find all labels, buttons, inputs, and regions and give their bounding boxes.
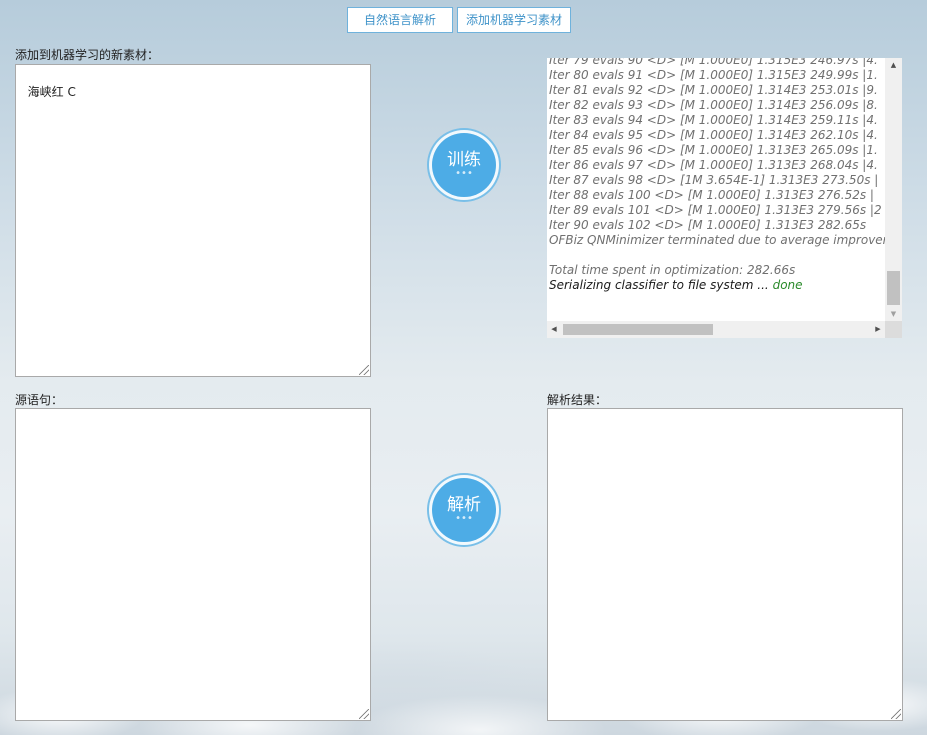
log-line: Iter 90 evals 102 <D> [M 1.000E0] 1.313E… (549, 218, 885, 233)
log-line (549, 248, 885, 263)
log-line-text: Iter 82 evals 93 <D> [M 1.000E0] 1.314E3… (549, 98, 878, 112)
log-line-text: Serializing classifier to file system ..… (549, 278, 773, 292)
add-ml-material-button[interactable]: 添加机器学习素材 (457, 7, 571, 33)
resize-grip-icon[interactable] (891, 709, 901, 719)
source-sentence-textarea[interactable] (15, 408, 371, 721)
log-line-text: Iter 81 evals 92 <D> [M 1.000E0] 1.314E3… (549, 83, 878, 97)
log-line-text (549, 248, 553, 262)
new-material-text: 海峡红 C (27, 85, 76, 99)
log-horizontal-scrollbar[interactable]: ◀ ▶ (547, 321, 885, 338)
nlp-parse-button[interactable]: 自然语言解析 (347, 7, 453, 33)
scroll-up-arrow-icon[interactable]: ▲ (885, 58, 902, 72)
log-line-text: Iter 87 evals 98 <D> [1M 3.654E-1] 1.313… (549, 173, 879, 187)
log-line-text: Iter 85 evals 96 <D> [M 1.000E0] 1.313E3… (549, 143, 878, 157)
new-material-textarea[interactable]: 海峡红 C (15, 64, 371, 377)
log-line-text: Iter 84 evals 95 <D> [M 1.000E0] 1.314E3… (549, 128, 878, 142)
log-line: Iter 87 evals 98 <D> [1M 3.654E-1] 1.313… (549, 173, 885, 188)
resize-grip-icon[interactable] (359, 365, 369, 375)
source-sentence-label: 源语句： (15, 393, 64, 407)
train-button[interactable]: 训练 ••• (432, 133, 496, 197)
log-vertical-scroll-thumb[interactable] (887, 271, 900, 305)
parse-button-label: 解析 (447, 495, 481, 515)
log-line-text: Total time spent in optimization: 282.66… (549, 263, 796, 277)
log-horizontal-scroll-thumb[interactable] (563, 324, 713, 335)
log-line-text: Iter 89 evals 101 <D> [M 1.000E0] 1.313E… (549, 203, 882, 217)
resize-grip-icon[interactable] (359, 709, 369, 719)
log-line: Iter 80 evals 91 <D> [M 1.000E0] 1.315E3… (549, 68, 885, 83)
parse-result-label: 解析结果： (547, 393, 608, 407)
log-line-text: OFBiz QNMinimizer terminated due to aver… (549, 233, 885, 247)
log-line-text: Iter 80 evals 91 <D> [M 1.000E0] 1.315E3… (549, 68, 878, 82)
log-line: Iter 83 evals 94 <D> [M 1.000E0] 1.314E3… (549, 113, 885, 128)
log-status-done: done (772, 278, 803, 292)
log-line: Serializing classifier to file system ..… (549, 278, 885, 293)
log-line-text: Iter 83 evals 94 <D> [M 1.000E0] 1.314E3… (549, 113, 878, 127)
training-log-output: Iter 79 evals 90 <D> [M 1.000E0] 1.315E3… (549, 58, 885, 321)
log-line: Iter 88 evals 100 <D> [M 1.000E0] 1.313E… (549, 188, 885, 203)
log-line: Iter 89 evals 101 <D> [M 1.000E0] 1.313E… (549, 203, 885, 218)
log-line: OFBiz QNMinimizer terminated due to aver… (549, 233, 885, 248)
log-line: Total time spent in optimization: 282.66… (549, 263, 885, 278)
log-line: Iter 84 evals 95 <D> [M 1.000E0] 1.314E3… (549, 128, 885, 143)
train-button-label: 训练 (447, 150, 481, 170)
parse-result-textarea[interactable] (547, 408, 903, 721)
log-line: Iter 86 evals 97 <D> [M 1.000E0] 1.313E3… (549, 158, 885, 173)
more-dots-icon: ••• (455, 513, 473, 524)
new-material-label: 添加到机器学习的新素材： (15, 48, 160, 62)
scroll-right-arrow-icon[interactable]: ▶ (871, 321, 885, 338)
log-line: Iter 82 evals 93 <D> [M 1.000E0] 1.314E3… (549, 98, 885, 113)
log-line: Iter 79 evals 90 <D> [M 1.000E0] 1.315E3… (549, 58, 885, 68)
scrollbar-corner (885, 321, 902, 338)
log-line: Iter 85 evals 96 <D> [M 1.000E0] 1.313E3… (549, 143, 885, 158)
log-line: Iter 81 evals 92 <D> [M 1.000E0] 1.314E3… (549, 83, 885, 98)
log-line-text: Iter 86 evals 97 <D> [M 1.000E0] 1.313E3… (549, 158, 878, 172)
log-vertical-scrollbar[interactable]: ▲ ▼ (885, 58, 902, 321)
parse-button[interactable]: 解析 ••• (432, 478, 496, 542)
log-line-text: Iter 88 evals 100 <D> [M 1.000E0] 1.313E… (549, 188, 874, 202)
log-line-text: Iter 79 evals 90 <D> [M 1.000E0] 1.315E3… (549, 58, 878, 67)
training-log-panel[interactable]: Iter 79 evals 90 <D> [M 1.000E0] 1.315E3… (547, 58, 902, 338)
log-line-text: Iter 90 evals 102 <D> [M 1.000E0] 1.313E… (549, 218, 867, 232)
scroll-down-arrow-icon[interactable]: ▼ (885, 307, 902, 321)
more-dots-icon: ••• (455, 168, 473, 179)
scroll-left-arrow-icon[interactable]: ◀ (547, 321, 561, 338)
